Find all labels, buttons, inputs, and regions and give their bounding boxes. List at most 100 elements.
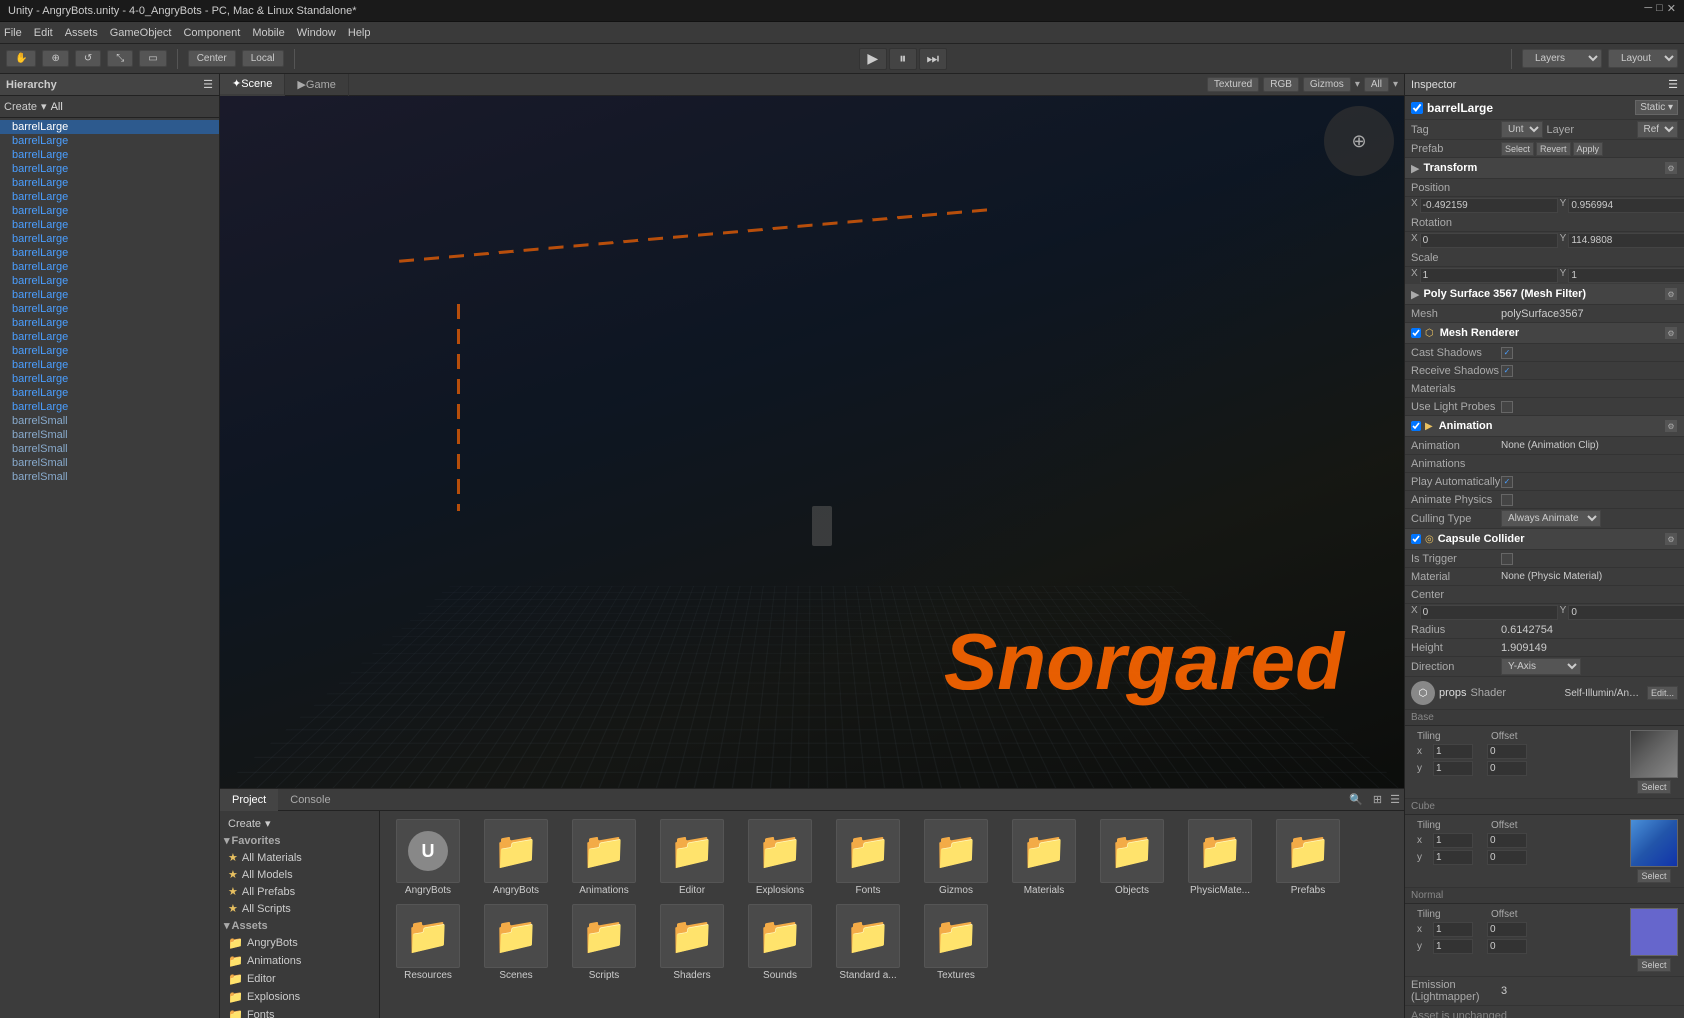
normal-x-offset[interactable] xyxy=(1487,922,1527,937)
textured-btn[interactable]: Textured xyxy=(1207,77,1259,92)
asset-folder-item[interactable]: 📁 Explosions xyxy=(740,819,820,896)
hierarchy-item[interactable]: barrelLarge xyxy=(0,246,219,260)
animation-header[interactable]: ▶ Animation ⚙ xyxy=(1405,416,1684,437)
cube-select-btn[interactable]: Select xyxy=(1637,869,1670,883)
hierarchy-item[interactable]: barrelSmall xyxy=(0,414,219,428)
asset-folder-item[interactable]: 📁 Textures xyxy=(916,904,996,981)
hierarchy-item[interactable]: barrelLarge xyxy=(0,218,219,232)
hierarchy-item[interactable]: barrelSmall xyxy=(0,442,219,456)
animate-physics-checkbox[interactable] xyxy=(1501,494,1513,506)
transform-settings-btn[interactable]: ⚙ xyxy=(1664,161,1678,175)
hierarchy-item[interactable]: barrelLarge xyxy=(0,358,219,372)
cube-y-tiling[interactable] xyxy=(1433,850,1473,865)
layer-dropdown[interactable]: Reflection xyxy=(1637,121,1679,138)
hierarchy-item[interactable]: barrelLarge xyxy=(0,190,219,204)
mesh-filter-header[interactable]: ▶ Poly Surface 3567 (Mesh Filter) ⚙ xyxy=(1405,284,1684,305)
all-btn[interactable]: ▾ xyxy=(41,100,47,113)
hierarchy-item[interactable]: barrelLarge xyxy=(0,288,219,302)
hierarchy-item[interactable]: barrelLarge xyxy=(0,316,219,330)
hierarchy-item[interactable]: barrelLarge xyxy=(0,330,219,344)
tool-scale[interactable]: ⤡ xyxy=(107,50,133,67)
asset-tree-item[interactable]: 📁 Explosions xyxy=(220,988,379,1006)
menu-component[interactable]: Component xyxy=(183,27,240,39)
asset-folder-item[interactable]: 📁 PhysicMate... xyxy=(1180,819,1260,896)
hierarchy-item[interactable]: barrelSmall xyxy=(0,470,219,484)
step-button[interactable]: ⏭ xyxy=(919,48,947,70)
asset-tree-item[interactable]: 📁 Editor xyxy=(220,970,379,988)
hierarchy-menu-icon[interactable]: ☰ xyxy=(203,78,213,91)
object-active-checkbox[interactable] xyxy=(1411,102,1423,114)
tab-scene[interactable]: ✦ Scene xyxy=(220,74,285,96)
mesh-renderer-toggle[interactable] xyxy=(1411,328,1421,338)
project-search[interactable]: 🔍 xyxy=(1343,793,1369,806)
mesh-filter-settings[interactable]: ⚙ xyxy=(1664,287,1678,301)
base-y-offset[interactable] xyxy=(1487,761,1527,776)
hierarchy-item[interactable]: barrelLarge xyxy=(0,302,219,316)
close-btn[interactable]: ✕ xyxy=(1667,2,1676,15)
menu-assets[interactable]: Assets xyxy=(65,27,98,39)
base-x-tiling[interactable] xyxy=(1433,744,1473,759)
rgb-btn[interactable]: RGB xyxy=(1263,77,1299,92)
asset-folder-item[interactable]: 📁 Scenes xyxy=(476,904,556,981)
menu-mobile[interactable]: Mobile xyxy=(252,27,284,39)
project-icons[interactable]: ⊞ xyxy=(1369,793,1386,806)
tab-console[interactable]: Console xyxy=(278,789,342,811)
all-models[interactable]: ★ All Models xyxy=(220,866,379,883)
scale-x[interactable] xyxy=(1420,268,1558,283)
gizmos-btn[interactable]: Gizmos xyxy=(1303,77,1351,92)
menu-window[interactable]: Window xyxy=(297,27,336,39)
hierarchy-item[interactable]: barrelLarge xyxy=(0,372,219,386)
asset-tree-item[interactable]: 📁 AngryBots xyxy=(220,934,379,952)
asset-folder-item[interactable]: 📁 Shaders xyxy=(652,904,732,981)
cast-shadows-checkbox[interactable] xyxy=(1501,347,1513,359)
hierarchy-item[interactable]: barrelSmall xyxy=(0,428,219,442)
create-item[interactable]: Create ▾ xyxy=(220,815,379,832)
layers-dropdown[interactable]: Layers xyxy=(1522,49,1602,68)
base-select-btn[interactable]: Select xyxy=(1637,780,1670,794)
asset-folder-item[interactable]: 📁 Scripts xyxy=(564,904,644,981)
asset-tree-item[interactable]: 📁 Animations xyxy=(220,952,379,970)
asset-tree-item[interactable]: 📁 Fonts xyxy=(220,1006,379,1018)
hierarchy-item[interactable]: barrelLarge xyxy=(0,260,219,274)
receive-shadows-checkbox[interactable] xyxy=(1501,365,1513,377)
tool-rect[interactable]: ▭ xyxy=(139,50,166,67)
animation-settings[interactable]: ⚙ xyxy=(1664,419,1678,433)
normal-y-offset[interactable] xyxy=(1487,939,1527,954)
tab-project[interactable]: Project xyxy=(220,789,278,811)
maximize-btn[interactable]: □ xyxy=(1656,2,1663,15)
hierarchy-item[interactable]: barrelLarge xyxy=(0,162,219,176)
hierarchy-item[interactable]: barrelLarge xyxy=(0,386,219,400)
hierarchy-item[interactable]: barrelLarge xyxy=(0,148,219,162)
tool-rotate[interactable]: ↺ xyxy=(75,50,101,67)
menu-file[interactable]: File xyxy=(4,27,22,39)
asset-folder-item[interactable]: 📁 Fonts xyxy=(828,819,908,896)
cube-x-tiling[interactable] xyxy=(1433,833,1473,848)
rot-y[interactable] xyxy=(1568,233,1684,248)
mesh-renderer-settings[interactable]: ⚙ xyxy=(1664,326,1678,340)
hierarchy-item[interactable]: barrelLarge xyxy=(0,120,219,134)
inspector-menu[interactable]: ☰ xyxy=(1668,78,1678,91)
scale-y[interactable] xyxy=(1568,268,1684,283)
asset-folder-item[interactable]: 📁 Animations xyxy=(564,819,644,896)
tag-dropdown[interactable]: Untagged xyxy=(1501,121,1543,138)
all-gizmos-btn[interactable]: All xyxy=(1364,77,1389,92)
minimize-btn[interactable]: ─ xyxy=(1644,2,1652,15)
hierarchy-item[interactable]: barrelLarge xyxy=(0,134,219,148)
cube-y-offset[interactable] xyxy=(1487,850,1527,865)
asset-folder-item[interactable]: 📁 Editor xyxy=(652,819,732,896)
asset-folder-item[interactable]: 📁 Prefabs xyxy=(1268,819,1348,896)
asset-folder-item[interactable]: U AngryBots xyxy=(388,819,468,896)
tool-move[interactable]: ⊕ xyxy=(42,50,68,67)
all-prefabs[interactable]: ★ All Prefabs xyxy=(220,883,379,900)
center-x[interactable] xyxy=(1420,605,1558,620)
pause-button[interactable]: ⏸ xyxy=(889,48,917,70)
capsule-collider-settings[interactable]: ⚙ xyxy=(1664,532,1678,546)
tab-game[interactable]: ▶ Game xyxy=(285,74,348,96)
animation-toggle[interactable] xyxy=(1411,421,1421,431)
cube-x-offset[interactable] xyxy=(1487,833,1527,848)
prefab-select-btn[interactable]: Select xyxy=(1501,142,1534,156)
hierarchy-item[interactable]: barrelLarge xyxy=(0,344,219,358)
space-btn[interactable]: Local xyxy=(242,50,284,67)
is-trigger-checkbox[interactable] xyxy=(1501,553,1513,565)
hierarchy-item[interactable]: barrelLarge xyxy=(0,176,219,190)
